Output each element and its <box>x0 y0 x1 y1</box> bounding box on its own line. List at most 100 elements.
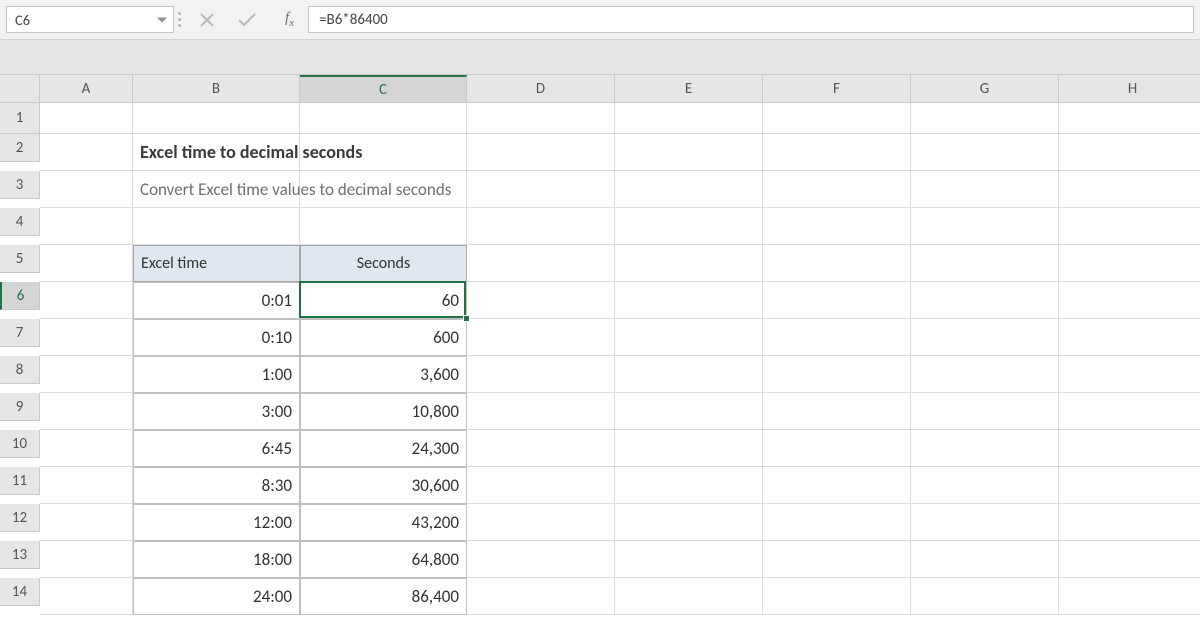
col-header-h[interactable]: H <box>1059 75 1200 103</box>
col-header-a[interactable]: A <box>40 75 133 103</box>
row-header-10[interactable]: 10 <box>0 430 40 458</box>
row-header-7[interactable]: 7 <box>0 319 40 347</box>
cell[interactable] <box>40 245 133 282</box>
cell[interactable] <box>467 208 615 245</box>
table-row[interactable]: 43,200 <box>300 504 467 541</box>
cell[interactable] <box>615 393 763 430</box>
cell[interactable] <box>911 430 1059 467</box>
cell[interactable] <box>40 103 133 134</box>
row-header-9[interactable]: 9 <box>0 393 40 421</box>
cell[interactable] <box>40 171 133 208</box>
cell[interactable] <box>615 245 763 282</box>
row-header-3[interactable]: 3 <box>0 171 40 199</box>
row-header-8[interactable]: 8 <box>0 356 40 384</box>
cell[interactable] <box>133 208 300 245</box>
col-header-g[interactable]: G <box>911 75 1059 103</box>
active-cell[interactable]: 60 <box>300 282 467 319</box>
spreadsheet-grid[interactable]: A B C D E F G H 1 2 Excel time to decima… <box>0 75 1200 615</box>
cell[interactable] <box>763 245 911 282</box>
cell[interactable] <box>911 319 1059 356</box>
table-row[interactable]: 3:00 <box>133 393 300 430</box>
table-row[interactable]: 86,400 <box>300 578 467 615</box>
cell[interactable] <box>763 578 911 615</box>
cell[interactable] <box>911 282 1059 319</box>
cell[interactable] <box>763 467 911 504</box>
cell[interactable] <box>763 430 911 467</box>
cell[interactable] <box>467 103 615 134</box>
cell[interactable] <box>911 393 1059 430</box>
cell[interactable] <box>40 578 133 615</box>
cell[interactable] <box>615 171 763 208</box>
col-header-d[interactable]: D <box>467 75 615 103</box>
table-row[interactable]: 8:30 <box>133 467 300 504</box>
cell[interactable] <box>615 504 763 541</box>
cell[interactable] <box>40 134 133 171</box>
cell[interactable] <box>467 504 615 541</box>
cell[interactable] <box>763 541 911 578</box>
cell[interactable] <box>1059 504 1200 541</box>
table-row[interactable]: 3,600 <box>300 356 467 393</box>
cell[interactable] <box>467 134 615 171</box>
cancel-icon[interactable] <box>199 12 215 28</box>
cell[interactable] <box>615 356 763 393</box>
row-header-6[interactable]: 6 <box>0 282 40 310</box>
name-box[interactable]: C6 <box>6 6 174 33</box>
table-row[interactable]: 600 <box>300 319 467 356</box>
cell[interactable] <box>1059 245 1200 282</box>
cell[interactable] <box>40 393 133 430</box>
cell[interactable] <box>911 208 1059 245</box>
table-row[interactable]: 10,800 <box>300 393 467 430</box>
cell[interactable] <box>911 171 1059 208</box>
cell[interactable] <box>467 356 615 393</box>
cell[interactable] <box>467 245 615 282</box>
row-header-5[interactable]: 5 <box>0 245 40 273</box>
cell[interactable] <box>911 245 1059 282</box>
row-header-2[interactable]: 2 <box>0 134 40 162</box>
cell[interactable] <box>467 282 615 319</box>
cell[interactable] <box>615 578 763 615</box>
cell[interactable] <box>40 282 133 319</box>
cell[interactable] <box>1059 134 1200 171</box>
enter-check-icon[interactable] <box>237 12 257 28</box>
table-row[interactable]: 12:00 <box>133 504 300 541</box>
fill-handle-icon[interactable] <box>463 315 470 322</box>
table-row[interactable]: 1:00 <box>133 356 300 393</box>
cell[interactable] <box>1059 103 1200 134</box>
cell[interactable] <box>763 319 911 356</box>
cell[interactable] <box>467 393 615 430</box>
cell[interactable] <box>1059 208 1200 245</box>
cell[interactable] <box>763 393 911 430</box>
row-header-13[interactable]: 13 <box>0 541 40 569</box>
cell[interactable] <box>911 356 1059 393</box>
cell[interactable] <box>911 504 1059 541</box>
cell[interactable] <box>763 171 911 208</box>
row-header-1[interactable]: 1 <box>0 103 40 134</box>
cell[interactable] <box>467 319 615 356</box>
cell[interactable] <box>467 430 615 467</box>
col-header-e[interactable]: E <box>615 75 763 103</box>
title-cell[interactable]: Excel time to decimal seconds <box>133 134 300 171</box>
cell[interactable] <box>300 208 467 245</box>
col-header-c[interactable]: C <box>300 75 467 103</box>
cell[interactable] <box>40 356 133 393</box>
col-header-f[interactable]: F <box>763 75 911 103</box>
table-row[interactable]: 6:45 <box>133 430 300 467</box>
cell[interactable] <box>40 467 133 504</box>
table-row[interactable]: 24,300 <box>300 430 467 467</box>
cell[interactable] <box>467 578 615 615</box>
resize-handle-icon[interactable] <box>174 0 185 39</box>
table-row[interactable]: 0:01 <box>133 282 300 319</box>
cell[interactable] <box>615 103 763 134</box>
table-row[interactable]: 24:00 <box>133 578 300 615</box>
select-all-corner[interactable] <box>0 75 40 103</box>
col-header-b[interactable]: B <box>133 75 300 103</box>
cell[interactable] <box>1059 319 1200 356</box>
table-row[interactable]: 30,600 <box>300 467 467 504</box>
row-header-11[interactable]: 11 <box>0 467 40 495</box>
table-row[interactable]: 64,800 <box>300 541 467 578</box>
cell[interactable] <box>467 541 615 578</box>
cell[interactable] <box>615 319 763 356</box>
cell[interactable] <box>467 171 615 208</box>
cell[interactable] <box>1059 578 1200 615</box>
table-header-time[interactable]: Excel time <box>133 245 300 282</box>
